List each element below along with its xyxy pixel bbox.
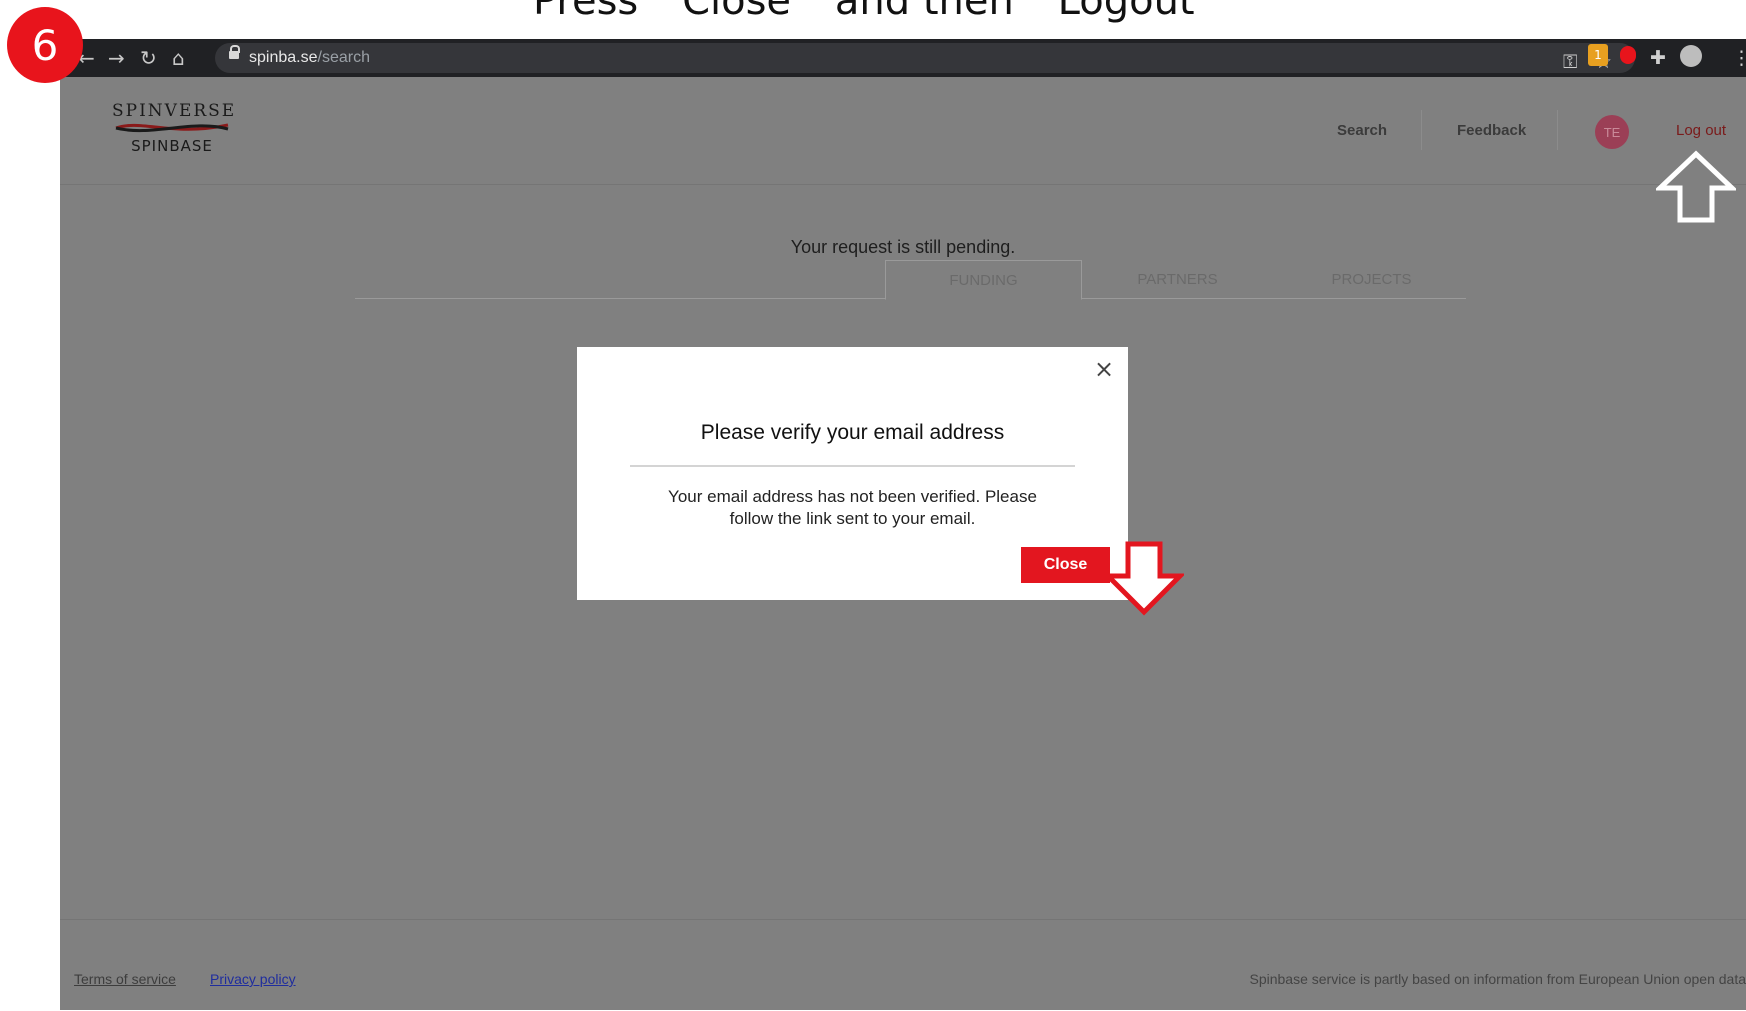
- user-avatar[interactable]: TE: [1595, 115, 1629, 149]
- modal-title: Please verify your email address: [700, 421, 1005, 444]
- avatar-initials: TE: [1603, 124, 1621, 140]
- profile-icon[interactable]: [1680, 45, 1702, 67]
- url-text[interactable]: spinba.se/search: [249, 49, 370, 67]
- up-arrow-annotation-icon: [1656, 150, 1736, 223]
- tab-funding[interactable]: FUNDING: [885, 260, 1082, 300]
- modal-divider: [630, 465, 1075, 467]
- url-path: /search: [317, 49, 370, 66]
- menu-icon[interactable]: ⋮: [1732, 43, 1746, 73]
- logo-bottom-text: SPINBASE: [131, 137, 213, 155]
- terms-of-service-link[interactable]: Terms of service: [74, 971, 176, 987]
- home-icon[interactable]: ⌂: [172, 44, 185, 72]
- extension-badge-count: 1: [1594, 48, 1602, 62]
- verify-email-modal: × Please verify your email address Your …: [577, 347, 1128, 600]
- forward-icon[interactable]: →: [108, 44, 125, 72]
- adblock-extension-icon[interactable]: [1620, 46, 1636, 64]
- nav-divider: [1557, 110, 1558, 150]
- instruction-title: Press "Close" and then "Logout": [532, 0, 1214, 24]
- extension-icon[interactable]: ✚: [1650, 43, 1666, 73]
- privacy-policy-link[interactable]: Privacy policy: [210, 971, 296, 987]
- nav-search-link[interactable]: Search: [1337, 122, 1387, 139]
- step-number-badge: 6: [7, 7, 83, 83]
- logo-swoosh-icon: [115, 123, 229, 133]
- footer-disclaimer: Spinbase service is partly based on info…: [1249, 971, 1746, 987]
- tab-partners[interactable]: PARTNERS: [1080, 260, 1275, 298]
- tab-projects[interactable]: PROJECTS: [1274, 260, 1469, 298]
- close-icon[interactable]: ×: [1092, 357, 1116, 381]
- url-host: spinba.se: [249, 49, 318, 66]
- logout-link[interactable]: Log out: [1676, 122, 1726, 139]
- site-header: SPINVERSE SPINBASE Search Feedback TE Lo…: [60, 77, 1746, 223]
- lock-icon: [229, 45, 240, 59]
- key-icon[interactable]: ⚿: [1563, 47, 1577, 77]
- spinbase-logo[interactable]: SPINVERSE SPINBASE: [112, 101, 237, 156]
- pending-message: Your request is still pending.: [790, 237, 1016, 257]
- close-button[interactable]: Close: [1021, 547, 1110, 583]
- reload-icon[interactable]: ↻: [140, 44, 157, 72]
- logo-top-text: SPINVERSE: [112, 101, 237, 121]
- address-bar[interactable]: spinba.se/search ⚿ ☆: [215, 43, 1635, 73]
- extension-badge-icon[interactable]: 1: [1588, 44, 1608, 66]
- down-arrow-annotation-icon: [1104, 541, 1184, 616]
- nav-divider: [1421, 110, 1422, 150]
- site-footer: Terms of service Privacy policy Spinbase…: [60, 919, 1746, 1011]
- modal-body-text: Your email address has not been verified…: [668, 487, 1037, 528]
- browser-toolbar: ← → ↻ ⌂ spinba.se/search ⚿ ☆ 1 ✚ ⋮: [60, 39, 1746, 77]
- nav-feedback-link[interactable]: Feedback: [1457, 122, 1526, 139]
